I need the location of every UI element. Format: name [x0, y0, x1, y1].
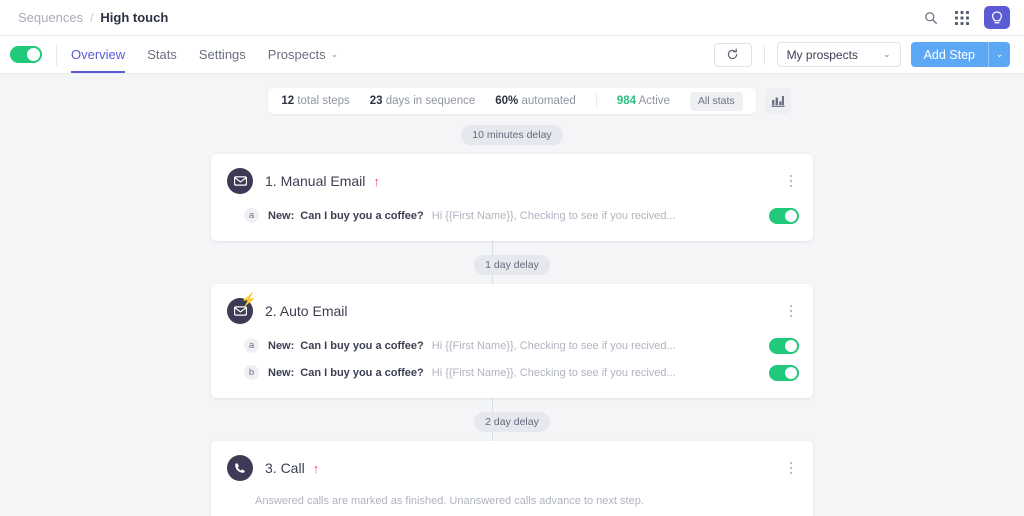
- variant-preview: Hi {{First Name}}, Checking to see if yo…: [431, 209, 676, 222]
- variant-status-label: New:: [268, 366, 295, 379]
- add-step-dropdown-toggle[interactable]: ⌄: [988, 42, 1010, 67]
- add-step-label: Add Step: [923, 47, 975, 62]
- tab-prospects[interactable]: Prospects ⌄: [268, 36, 338, 73]
- tab-stats-label: Stats: [147, 47, 177, 62]
- variant-status-label: New:: [268, 209, 295, 222]
- stat-automated-label: automated: [521, 95, 576, 107]
- step-card-2: ⚡ 2. Auto Email a New: Can I buy you a c…: [211, 284, 813, 398]
- stats-bar: 12 total steps 23 days in sequence 60% a…: [0, 74, 1024, 114]
- tab-settings[interactable]: Settings: [199, 36, 246, 73]
- envelope-bolt-icon: ⚡: [227, 293, 257, 324]
- delay-pill-3[interactable]: 2 day delay: [474, 412, 550, 432]
- stats-summary-pill: 12 total steps 23 days in sequence 60% a…: [268, 88, 756, 114]
- grid-apps-icon[interactable]: [953, 9, 971, 27]
- lightbulb-icon: [991, 10, 1003, 23]
- all-stats-button[interactable]: All stats: [689, 91, 743, 111]
- variant-enabled-toggle[interactable]: [769, 337, 799, 354]
- delay-row: 10 minutes delay: [0, 120, 1024, 150]
- top-bar-actions: [922, 6, 1010, 29]
- refresh-button[interactable]: [713, 42, 752, 67]
- bar-chart-icon: [771, 95, 785, 107]
- step-2-title: 2. Auto Email: [265, 303, 348, 319]
- stat-active: 984 Active: [617, 95, 670, 107]
- step-card-1: 1. Manual Email ↑ a New: Can I buy you a…: [211, 154, 813, 241]
- search-icon[interactable]: [922, 9, 940, 27]
- stat-automated-value: 60%: [495, 95, 519, 107]
- tab-settings-label: Settings: [198, 47, 246, 62]
- step-3-title: 3. Call: [265, 460, 305, 476]
- stat-days-value: 23: [369, 95, 383, 107]
- phone-icon: [227, 455, 253, 481]
- step-3-menu-button[interactable]: [783, 458, 799, 479]
- step-3-note: Answered calls are marked as finished. U…: [255, 495, 644, 507]
- variant-preview: Hi {{First Name}}, Checking to see if yo…: [431, 366, 676, 379]
- variant-badge: b: [244, 365, 259, 380]
- delay-row: 1 day delay: [0, 241, 1024, 280]
- step-card-3: 3. Call ↑ Answered calls are marked as f…: [211, 441, 813, 516]
- stat-total-steps-label: total steps: [297, 95, 350, 107]
- step-1-header: 1. Manual Email ↑: [211, 154, 813, 202]
- step-1-title: 1. Manual Email: [265, 173, 366, 189]
- variant-subject: Can I buy you a coffee?: [300, 339, 424, 352]
- step-1-menu-button[interactable]: [783, 171, 799, 192]
- top-bar: Sequences / High touch: [0, 0, 1024, 36]
- stat-days-in-sequence: 23 days in sequence: [370, 95, 476, 107]
- breadcrumb-sequences-link[interactable]: Sequences: [18, 10, 83, 25]
- stat-total-steps-value: 12: [281, 95, 295, 107]
- stat-automated: 60% automated: [495, 95, 576, 107]
- manual-step-arrow-icon: ↑: [373, 173, 380, 189]
- variant-enabled-toggle[interactable]: [769, 364, 799, 381]
- tab-stats[interactable]: Stats: [147, 36, 177, 73]
- delay-pill-1[interactable]: 10 minutes delay: [461, 125, 563, 145]
- add-step-button[interactable]: Add Step ⌄: [910, 42, 1010, 67]
- breadcrumb-separator: /: [90, 10, 94, 25]
- nav-tabs: Overview Stats Settings Prospects ⌄: [71, 36, 338, 73]
- actions-divider: [763, 44, 765, 65]
- header-divider: [56, 43, 57, 66]
- step-2-menu-button[interactable]: [783, 301, 799, 322]
- variant-badge: a: [244, 338, 259, 353]
- stat-days-label: days in sequence: [385, 95, 476, 107]
- sequence-active-toggle[interactable]: [10, 46, 42, 63]
- lightbulb-icon-button[interactable]: [984, 6, 1010, 29]
- variant-subject: Can I buy you a coffee?: [300, 209, 424, 222]
- manual-step-arrow-icon: ↑: [312, 460, 320, 476]
- variant-badge: a: [244, 208, 259, 223]
- tab-overview-label: Overview: [71, 47, 126, 62]
- step-2-variant-b[interactable]: b New: Can I buy you a coffee? Hi {{Firs…: [211, 359, 813, 386]
- sub-header-actions: My prospects ⌄ Add Step ⌄: [713, 42, 1010, 67]
- stat-active-label: Active: [638, 95, 670, 107]
- sequence-flow: 10 minutes delay 1. Manual Email ↑ a New…: [0, 114, 1024, 516]
- tab-overview[interactable]: Overview: [71, 36, 126, 73]
- step-1-variant-a[interactable]: a New: Can I buy you a coffee? Hi {{Firs…: [211, 202, 813, 229]
- delay-row: 2 day delay: [0, 398, 1024, 437]
- envelope-icon: [227, 168, 253, 194]
- step-2-header: ⚡ 2. Auto Email: [211, 284, 813, 332]
- prospect-filter-select[interactable]: My prospects ⌄: [776, 42, 901, 67]
- bar-chart-button[interactable]: [765, 88, 791, 114]
- sequence-sub-header: Overview Stats Settings Prospects ⌄ My p…: [0, 36, 1024, 74]
- variant-subject: Can I buy you a coffee?: [300, 366, 424, 379]
- prospect-filter-value: My prospects: [786, 47, 858, 62]
- stats-divider: [595, 94, 597, 108]
- chevron-down-icon: ⌄: [330, 49, 339, 59]
- step-1-card-padding: [211, 229, 813, 241]
- sequence-content: 12 total steps 23 days in sequence 60% a…: [0, 74, 1024, 516]
- variant-enabled-toggle[interactable]: [769, 207, 799, 224]
- step-2-card-padding: [211, 386, 813, 398]
- step-3-header: 3. Call ↑: [211, 441, 813, 489]
- variant-preview: Hi {{First Name}}, Checking to see if yo…: [431, 339, 676, 352]
- delay-pill-2[interactable]: 1 day delay: [474, 255, 550, 275]
- automation-bolt-icon: ⚡: [240, 292, 257, 307]
- chevron-down-icon: ⌄: [883, 49, 891, 59]
- tab-prospects-label: Prospects: [267, 47, 326, 62]
- variant-status-label: New:: [268, 339, 295, 352]
- refresh-icon: [727, 48, 738, 60]
- stat-total-steps: 12 total steps: [281, 95, 349, 107]
- breadcrumb-current-page: High touch: [100, 10, 169, 25]
- stat-active-value: 984: [616, 95, 637, 107]
- step-2-variant-a[interactable]: a New: Can I buy you a coffee? Hi {{Firs…: [211, 332, 813, 359]
- breadcrumb: Sequences / High touch: [18, 10, 168, 25]
